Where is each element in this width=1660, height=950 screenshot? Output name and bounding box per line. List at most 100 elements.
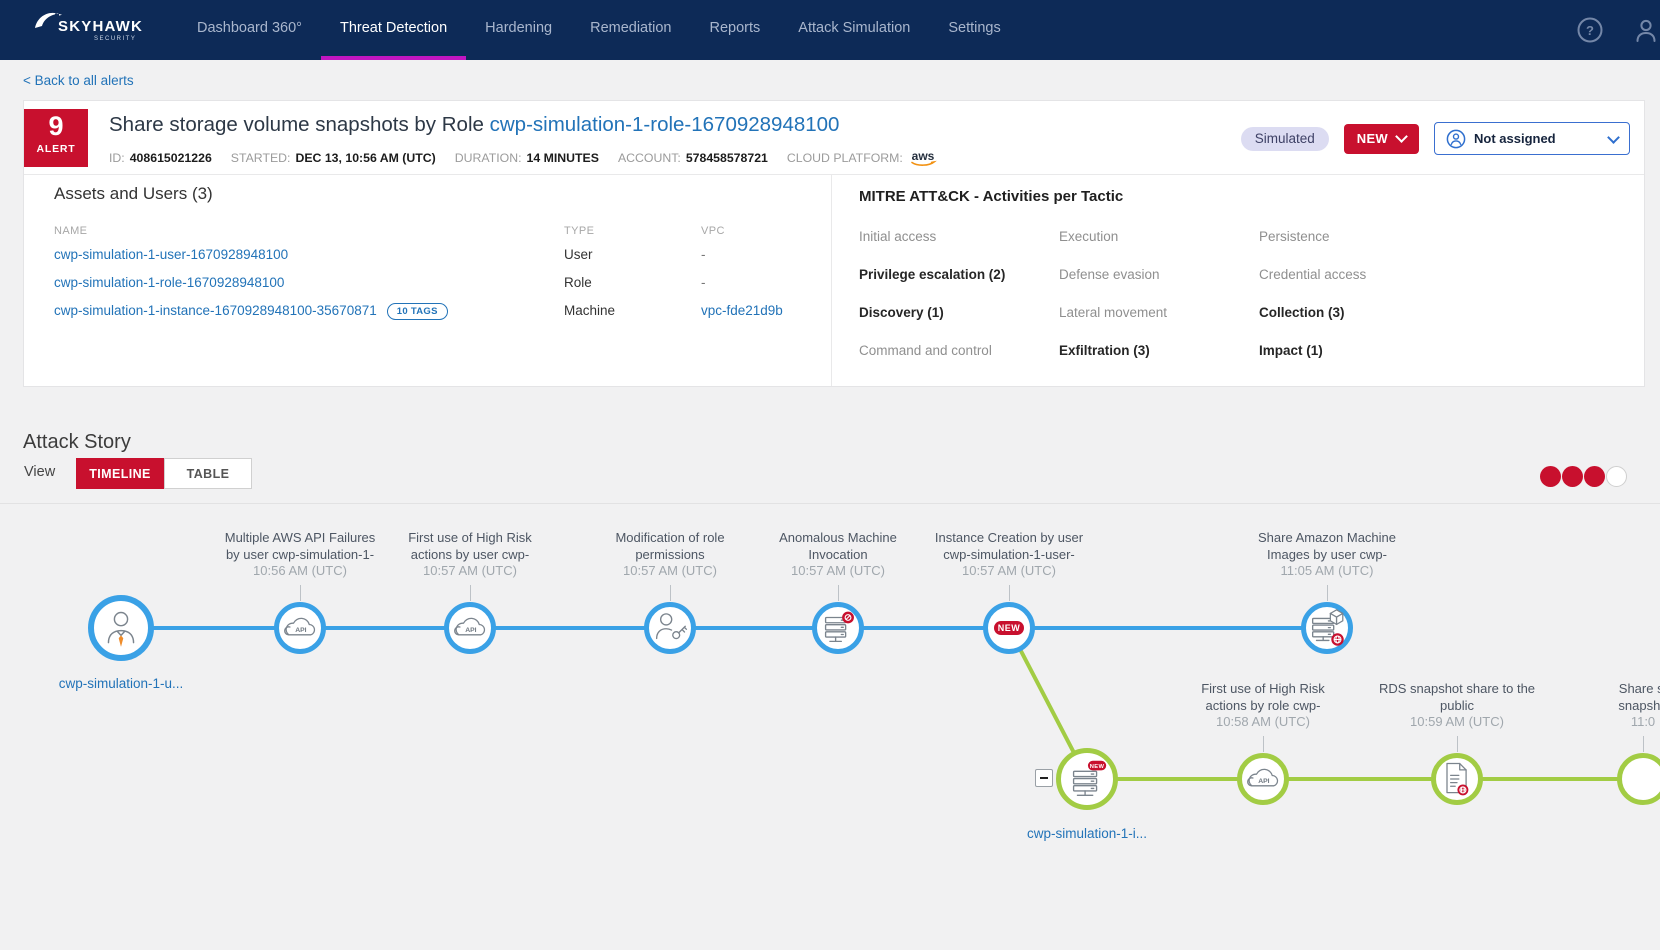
event-time: 10:57 AM (UTC) — [360, 563, 580, 580]
meta-label: DURATION: — [455, 151, 522, 165]
meta-label: STARTED: — [231, 151, 291, 165]
nav-item-attack-simulation[interactable]: Attack Simulation — [779, 0, 929, 60]
timeline-asset-link[interactable]: cwp-simulation-1-i... — [977, 826, 1197, 841]
timeline-node-new-badge[interactable]: NEW — [983, 602, 1035, 654]
meta-value: DEC 13, 10:56 AM (UTC) — [295, 151, 435, 165]
mitre-tactic-initial-access: Initial access — [859, 229, 1059, 267]
asset-row: cwp-simulation-1-user-1670928948100 — [54, 247, 288, 262]
severity-dots — [1540, 466, 1627, 487]
mitre-tactic-defense-evasion: Defense evasion — [1059, 267, 1259, 305]
asset-name-link[interactable]: cwp-simulation-1-instance-1670928948100-… — [54, 303, 377, 318]
assignee-person-icon — [1446, 129, 1466, 149]
nav-item-reports[interactable]: Reports — [691, 0, 780, 60]
timeline-event-label: Share stsnapsho11:0 — [1533, 681, 1660, 731]
asset-type: User — [564, 247, 593, 262]
alert-title-role-link[interactable]: cwp-simulation-1-role-1670928948100 — [490, 113, 840, 136]
timeline-branch-line — [1087, 777, 1660, 781]
column-header-name: NAME — [54, 225, 87, 237]
event-time: 11:05 AM (UTC) — [1217, 563, 1437, 580]
top-nav: SKYHAWK SECURITY Dashboard 360°Threat De… — [0, 0, 1660, 60]
asset-type: Machine — [564, 303, 615, 318]
asset-name-link[interactable]: cwp-simulation-1-user-1670928948100 — [54, 247, 288, 262]
timeline-node-server-alert[interactable] — [812, 602, 864, 654]
timeline-asset-link[interactable]: cwp-simulation-1-u... — [11, 676, 231, 691]
timeline-node-role-key[interactable] — [644, 602, 696, 654]
mitre-tactic-credential-access: Credential access — [1259, 267, 1459, 305]
event-label-line: actions by user cwp- — [360, 547, 580, 564]
label-connector-line — [300, 585, 301, 601]
svg-text:aws: aws — [911, 149, 934, 163]
mitre-heading: MITRE ATT&CK - Activities per Tactic — [859, 188, 1123, 205]
asset-vpc: - — [701, 275, 706, 290]
severity-dot — [1584, 466, 1605, 487]
meta-item: ID:408615021226 — [109, 151, 212, 165]
timeline-node-cloud-api[interactable]: API — [1237, 753, 1289, 805]
assignee-dropdown[interactable]: Not assigned — [1434, 122, 1630, 155]
event-label-line: Instance Creation by user — [899, 530, 1119, 547]
event-label-line: cwp-simulation-1-user- — [899, 547, 1119, 564]
cloud-api-icon: API — [1243, 764, 1283, 794]
server-new-icon: NEW — [1064, 756, 1110, 802]
mitre-tactic-collection-3-: Collection (3) — [1259, 305, 1459, 343]
back-to-alerts-link[interactable]: < Back to all alerts — [23, 73, 134, 88]
meta-label: ACCOUNT: — [618, 151, 681, 165]
help-icon[interactable]: ? — [1577, 17, 1603, 43]
meta-value: 408615021226 — [130, 151, 212, 165]
new-badge-icon: NEW — [987, 606, 1031, 650]
meta-item: STARTED: DEC 13, 10:56 AM (UTC) — [231, 151, 436, 165]
asset-vpc-link[interactable]: vpc-fde21d9b — [701, 303, 783, 318]
event-label-line: Images by user cwp- — [1217, 547, 1437, 564]
asset-row: cwp-simulation-1-role-1670928948100 — [54, 275, 284, 290]
mitre-grid: Initial accessExecutionPersistencePrivil… — [859, 229, 1459, 381]
event-label-line: snapsho — [1533, 698, 1660, 715]
meta-label: CLOUD PLATFORM: — [787, 151, 903, 165]
mitre-tactic-discovery-1-: Discovery (1) — [859, 305, 1059, 343]
nav-item-hardening[interactable]: Hardening — [466, 0, 571, 60]
nav-item-settings[interactable]: Settings — [929, 0, 1019, 60]
alert-meta-row: ID:408615021226 STARTED: DEC 13, 10:56 AM … — [109, 147, 938, 168]
severity-badge: 9 ALERT — [24, 109, 88, 167]
chevron-down-icon — [1607, 131, 1620, 144]
attack-story-heading: Attack Story — [23, 431, 131, 454]
assets-heading: Assets and Users (3) — [54, 184, 213, 204]
severity-dot — [1606, 466, 1627, 487]
divider — [831, 175, 832, 386]
asset-row: cwp-simulation-1-instance-1670928948100-… — [54, 303, 448, 320]
role-key-icon — [649, 607, 691, 649]
timeline-node-cloud-api[interactable]: API — [274, 602, 326, 654]
svg-text:API: API — [465, 627, 476, 634]
svg-text:NEW: NEW — [998, 623, 1021, 633]
svg-text:NEW: NEW — [1090, 764, 1105, 770]
timeline-node-server-new[interactable]: NEW — [1056, 748, 1118, 810]
server-globe-icon — [1305, 606, 1349, 650]
view-label: View — [24, 464, 55, 480]
svg-text:?: ? — [1586, 23, 1594, 38]
meta-item: DURATION:14 MINUTES — [455, 151, 599, 165]
brand-name: SKYHAWK — [58, 18, 143, 35]
mitre-tactic-execution: Execution — [1059, 229, 1259, 267]
doc-globe-icon — [1437, 757, 1477, 801]
divider — [24, 174, 1644, 175]
timeline-node-server-globe[interactable] — [1301, 602, 1353, 654]
asset-name-link[interactable]: cwp-simulation-1-role-1670928948100 — [54, 275, 284, 290]
collapse-branch-button[interactable] — [1035, 769, 1053, 787]
timeline-node-empty[interactable] — [1617, 753, 1660, 805]
svg-text:API: API — [295, 627, 306, 634]
timeline-node-doc-globe[interactable] — [1431, 753, 1483, 805]
event-time: 10:58 AM (UTC) — [1153, 714, 1373, 731]
user-account-icon[interactable] — [1633, 17, 1659, 43]
timeline-node-cloud-api[interactable]: API — [444, 602, 496, 654]
tags-badge[interactable]: 10 TAGS — [387, 303, 448, 320]
status-new-button[interactable]: NEW — [1344, 124, 1419, 154]
nav-item-threat-detection[interactable]: Threat Detection — [321, 0, 466, 60]
column-header-vpc: VPC — [701, 225, 725, 237]
nav-item-remediation[interactable]: Remediation — [571, 0, 690, 60]
tab-table[interactable]: TABLE — [164, 458, 252, 489]
tab-timeline[interactable]: TIMELINE — [76, 458, 164, 489]
nav-item-dashboard-360-[interactable]: Dashboard 360° — [178, 0, 321, 60]
asset-type: Role — [564, 275, 592, 290]
severity-label: ALERT — [24, 143, 88, 155]
timeline-node-user[interactable] — [88, 595, 154, 661]
skyhawk-logo[interactable]: SKYHAWK SECURITY — [36, 9, 146, 51]
view-toggle: TIMELINE TABLE — [76, 458, 252, 489]
